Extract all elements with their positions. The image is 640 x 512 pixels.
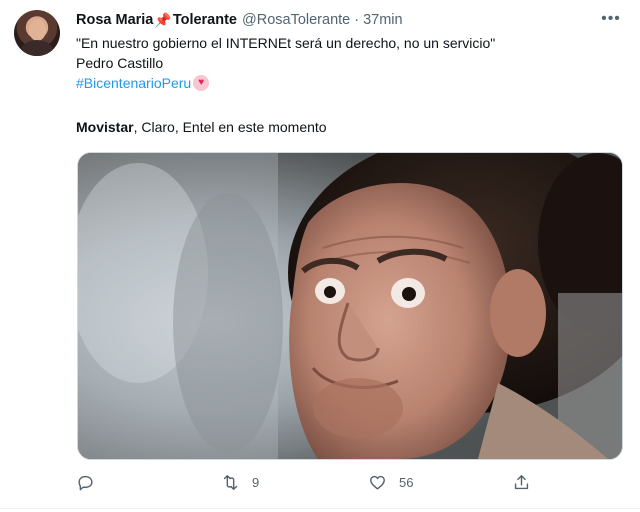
tweet-card[interactable]: Rosa Maria 📌 Tolerante @RosaTolerante · … <box>0 0 640 512</box>
like-count: 56 <box>399 474 414 490</box>
avatar[interactable] <box>14 10 60 56</box>
retweet-button[interactable]: 9 <box>221 470 259 494</box>
avatar-face <box>29 19 46 41</box>
timestamp[interactable]: 37min <box>363 12 403 28</box>
tweet-media-image[interactable] <box>77 152 623 460</box>
caption-bold: Movistar <box>76 119 134 135</box>
caption-rest: , Claro, Entel en este momento <box>133 119 327 135</box>
heart-icon <box>370 475 385 490</box>
more-options-icon[interactable]: ••• <box>598 10 624 28</box>
author-name[interactable]: Rosa Maria <box>76 12 153 28</box>
avatar-body <box>21 40 53 56</box>
hashtag-link[interactable]: #BicentenarioPeru <box>76 73 191 93</box>
heart-emoji-icon: ♥ <box>193 75 210 91</box>
author-handle[interactable]: @RosaTolerante <box>242 12 350 28</box>
share-button[interactable] <box>512 470 531 494</box>
tweet-caption: Movistar, Claro, Entel en este momento <box>76 117 327 137</box>
retweet-icon <box>223 474 238 490</box>
divider <box>0 508 640 509</box>
reply-icon <box>78 475 93 490</box>
hashtag-line: #BicentenarioPeru ♥ <box>76 73 210 93</box>
media-gif-illustration <box>78 153 622 459</box>
tweet-text-quote: "En nuestro gobierno el INTERNEt será un… <box>76 35 496 51</box>
tweet-actions: 9 56 <box>76 470 616 494</box>
tweet-text-author: Pedro Castillo <box>76 55 164 71</box>
author-name-suffix[interactable]: Tolerante <box>173 12 237 28</box>
tweet-header: Rosa Maria 📌 Tolerante @RosaTolerante · … <box>76 10 403 30</box>
pushpin-icon: 📌 <box>154 11 172 28</box>
like-button[interactable]: 56 <box>368 470 413 494</box>
reply-button[interactable] <box>76 470 107 494</box>
separator-dot: · <box>354 12 360 28</box>
retweet-count: 9 <box>252 474 260 490</box>
share-icon <box>514 474 529 489</box>
